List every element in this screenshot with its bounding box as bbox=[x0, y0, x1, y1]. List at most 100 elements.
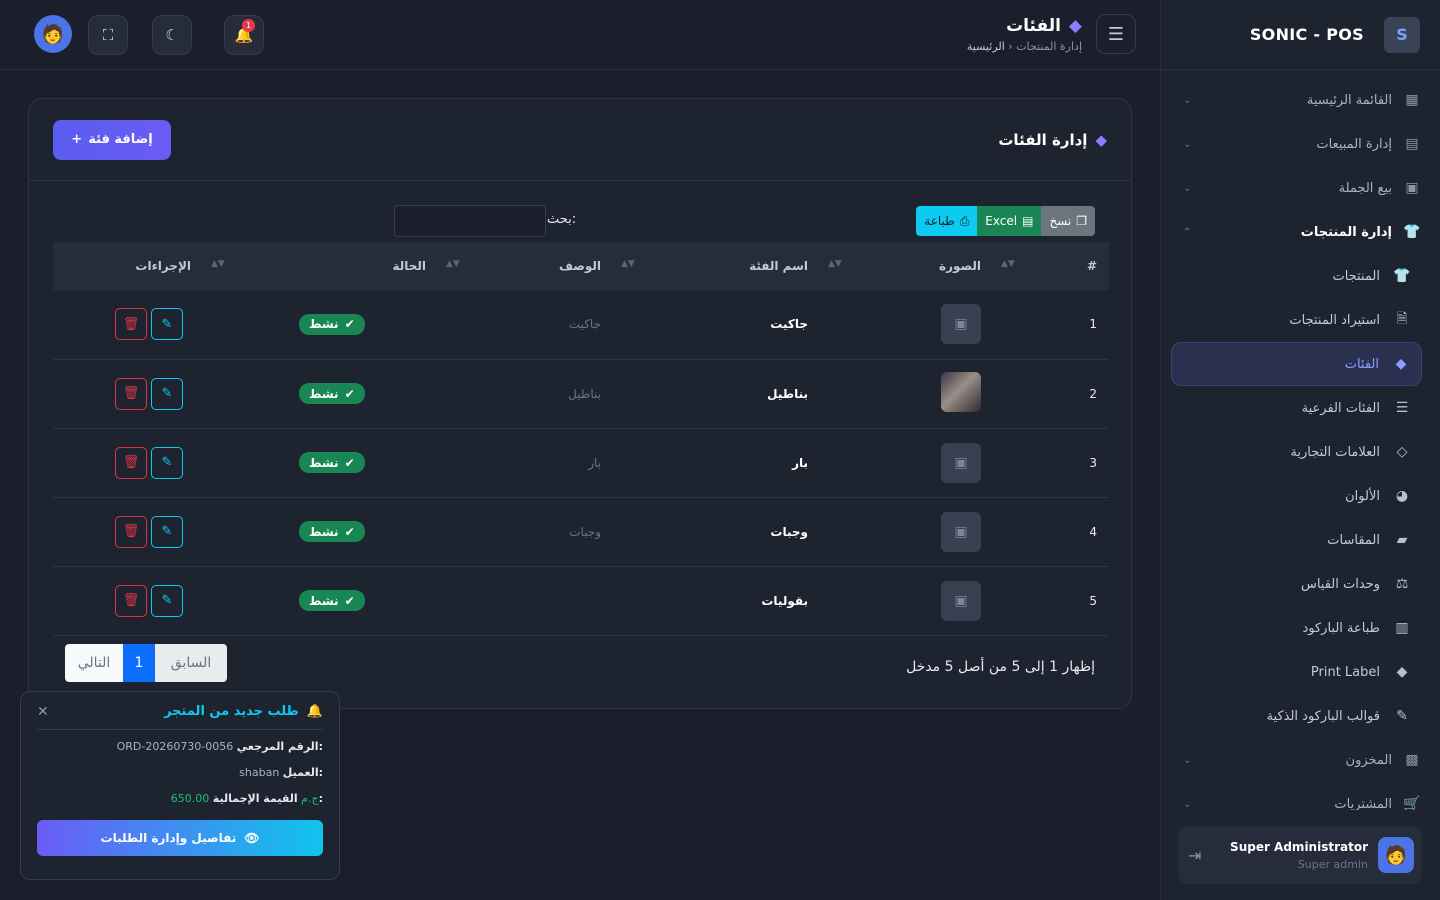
edit-button[interactable]: ✎ bbox=[151, 515, 183, 548]
chevron-down-icon: ⌄ bbox=[1183, 754, 1192, 766]
column-header-name[interactable]: ▲▼ اسم الفئة bbox=[613, 242, 820, 290]
column-header-image[interactable]: ▲▼ الصورة bbox=[820, 242, 993, 290]
order-details-button[interactable]: تفاصيل وإدارة الطلبات 👁 bbox=[37, 820, 323, 856]
previous-page-button[interactable]: السابق bbox=[155, 644, 227, 682]
toast-total: 650.00 ج.م القيمة الإجمالية: bbox=[170, 792, 323, 805]
dark-mode-toggle[interactable]: ☾ bbox=[152, 15, 192, 55]
check-circle-icon: ✔ bbox=[344, 455, 355, 470]
notifications-button[interactable]: 🔔 1 bbox=[224, 15, 264, 55]
sidebar-item-inventory[interactable]: ⌄ المخزون ▩ bbox=[1161, 738, 1440, 782]
print-button[interactable]: طباعة ⎙ bbox=[916, 206, 978, 236]
sort-icon: ▲▼ bbox=[828, 259, 842, 269]
categories-card: + إضافة فئة إدارة الفئات ◆ طباعة ⎙ Excel… bbox=[28, 98, 1132, 709]
shirt-icon: 👕 bbox=[1403, 224, 1421, 240]
image-placeholder-icon: ▣ bbox=[941, 580, 981, 621]
check-circle-icon: ✔ bbox=[344, 593, 355, 608]
logout-icon[interactable]: ⇥ bbox=[1188, 846, 1201, 865]
printer-icon: ⎙ bbox=[959, 213, 970, 228]
category-image bbox=[941, 372, 981, 412]
check-circle-icon: ✔ bbox=[344, 317, 355, 332]
column-header-status[interactable]: ▲▼ الحالة bbox=[203, 242, 438, 290]
trash-icon: 🗑 bbox=[122, 524, 140, 539]
copy-button[interactable]: نسخ ❐ bbox=[1041, 206, 1095, 236]
sidebar-sub-sizes[interactable]: المقاسات ▰ bbox=[1161, 518, 1440, 562]
sidebar-sub-smart-templates[interactable]: قوالب الباركود الذكية ✎ bbox=[1161, 694, 1440, 738]
sidebar-item-label: إدارة المبيعات bbox=[1316, 136, 1392, 152]
sidebar-sub-import[interactable]: استيراد المنتجات 🗎 bbox=[1161, 298, 1440, 342]
delete-button[interactable]: 🗑 bbox=[115, 584, 147, 617]
add-category-button[interactable]: + إضافة فئة bbox=[53, 119, 171, 160]
sort-icon: ▲▼ bbox=[211, 259, 225, 269]
sidebar-item-label: المنتجات bbox=[1332, 268, 1380, 284]
ruler-icon: ▰ bbox=[1396, 532, 1408, 548]
category-description: بناطيل bbox=[438, 359, 613, 429]
table-row: 🗑 ✎ نشط ✔ بناطيل بناطيل 2 bbox=[53, 359, 1109, 429]
categories-table: الإجراءات ▲▼ الحالة ▲▼ الوصف ▲▼ اسم الفئة ▲… bbox=[53, 242, 1109, 636]
close-icon[interactable]: ✕ bbox=[37, 704, 49, 720]
row-number: 2 bbox=[993, 359, 1109, 429]
status-badge: نشط ✔ bbox=[299, 313, 365, 335]
column-header-description[interactable]: ▲▼ الوصف bbox=[438, 242, 613, 290]
new-order-toast: ✕ طلب جديد من المتجر 🔔 ORD-20260730-0056… bbox=[20, 691, 340, 880]
sidebar-sub-products[interactable]: المنتجات 👕 bbox=[1161, 254, 1440, 298]
delete-button[interactable]: 🗑 bbox=[115, 377, 147, 410]
sidebar-sub-categories[interactable]: الفئات ◆ bbox=[1171, 342, 1422, 386]
sidebar-item-wholesale[interactable]: ⌄ بيع الجملة ▣ bbox=[1161, 166, 1440, 210]
excel-button[interactable]: Excel ▤ bbox=[977, 206, 1042, 236]
category-name: وجبات bbox=[613, 497, 820, 567]
column-header-number[interactable]: ▲▼ # bbox=[993, 242, 1109, 290]
fullscreen-button[interactable]: ⛶ bbox=[88, 15, 128, 55]
moon-icon: ☾ bbox=[165, 26, 179, 44]
edit-button[interactable]: ✎ bbox=[151, 308, 183, 341]
sidebar-item-sales[interactable]: ⌄ إدارة المبيعات ▤ bbox=[1161, 122, 1440, 166]
toast-customer: shaban العميل: bbox=[239, 766, 323, 779]
cash-register-icon: ▤ bbox=[1405, 136, 1419, 152]
sidebar-sub-print-label[interactable]: Print Label ◆ bbox=[1161, 650, 1440, 694]
delete-button[interactable]: 🗑 bbox=[115, 446, 147, 479]
edit-button[interactable]: ✎ bbox=[151, 377, 183, 410]
gem-icon: ◇ bbox=[1396, 444, 1408, 460]
status-badge: نشط ✔ bbox=[299, 521, 365, 542]
sidebar-sub-units[interactable]: وحدات القياس ⚖ bbox=[1161, 562, 1440, 606]
column-header-actions[interactable]: الإجراءات bbox=[53, 242, 203, 290]
export-toolbar: طباعة ⎙ Excel ▤ نسخ ❐ bbox=[916, 206, 1095, 236]
table-row: 🗑 ✎ نشط ✔ وجبات وجبات ▣ 4 bbox=[53, 497, 1109, 567]
avatar: 🧑 bbox=[1378, 837, 1414, 873]
sidebar-sub-colors[interactable]: الألوان ◕ bbox=[1161, 474, 1440, 518]
table-row: 🗑 ✎ نشط ✔ بار بار ▣ 3 bbox=[53, 428, 1109, 498]
table-row: 🗑 ✎ نشط ✔ بقوليات ▣ 5 bbox=[53, 566, 1109, 636]
card-header: + إضافة فئة إدارة الفئات ◆ bbox=[29, 99, 1131, 181]
sidebar-sub-brands[interactable]: العلامات التجارية ◇ bbox=[1161, 430, 1440, 474]
header-avatar[interactable]: 🧑 bbox=[34, 15, 72, 53]
card-title: إدارة الفئات ◆ bbox=[998, 130, 1107, 149]
sidebar-sub-subcategories[interactable]: الفئات الفرعية ☰ bbox=[1161, 386, 1440, 430]
edit-button[interactable]: ✎ bbox=[151, 446, 183, 479]
sidebar-item-dashboard[interactable]: ⌄ القائمة الرئيسية ▦ bbox=[1161, 78, 1440, 122]
delete-button[interactable]: 🗑 bbox=[115, 515, 147, 548]
breadcrumb-home[interactable]: الرئيسية bbox=[967, 40, 1005, 53]
brand-name: SONIC - POS bbox=[1249, 25, 1364, 44]
sidebar: SONIC - POS S ⌄ القائمة الرئيسية ▦ ⌄ إدا… bbox=[1160, 0, 1440, 900]
edit-button[interactable]: ✎ bbox=[151, 584, 183, 617]
cart-icon: 🛒 bbox=[1403, 796, 1421, 810]
search-input[interactable] bbox=[394, 205, 546, 237]
row-number: 4 bbox=[993, 497, 1109, 567]
sidebar-sub-barcode[interactable]: طباعة الباركود ▥ bbox=[1161, 606, 1440, 650]
page-title: الفئات ◆ bbox=[1006, 15, 1082, 36]
barcode-icon: ▥ bbox=[1395, 620, 1409, 636]
toast-title: طلب جديد من المتجر 🔔 bbox=[164, 704, 323, 719]
sidebar-item-label: المقاسات bbox=[1327, 532, 1380, 548]
sidebar-item-products[interactable]: ⌃ إدارة المنتجات 👕 bbox=[1161, 210, 1440, 254]
next-page-button[interactable]: التالي bbox=[65, 644, 123, 682]
chevron-down-icon: ⌄ bbox=[1183, 798, 1192, 810]
chevron-up-icon: ⌃ bbox=[1183, 226, 1192, 238]
page-number-button[interactable]: 1 bbox=[123, 644, 155, 682]
sidebar-item-purchases[interactable]: ⌄ المشتريات 🛒 bbox=[1161, 782, 1440, 810]
sidebar-item-label: الفئات bbox=[1344, 356, 1379, 372]
row-number: 5 bbox=[993, 566, 1109, 636]
trash-icon: 🗑 bbox=[122, 455, 140, 470]
delete-button[interactable]: 🗑 bbox=[115, 308, 147, 341]
toast-reference: ORD-20260730-0056 الرقم المرجعي: bbox=[116, 740, 323, 753]
menu-toggle-button[interactable]: ☰ bbox=[1096, 14, 1136, 54]
sidebar-item-label: المشتريات bbox=[1334, 796, 1392, 811]
